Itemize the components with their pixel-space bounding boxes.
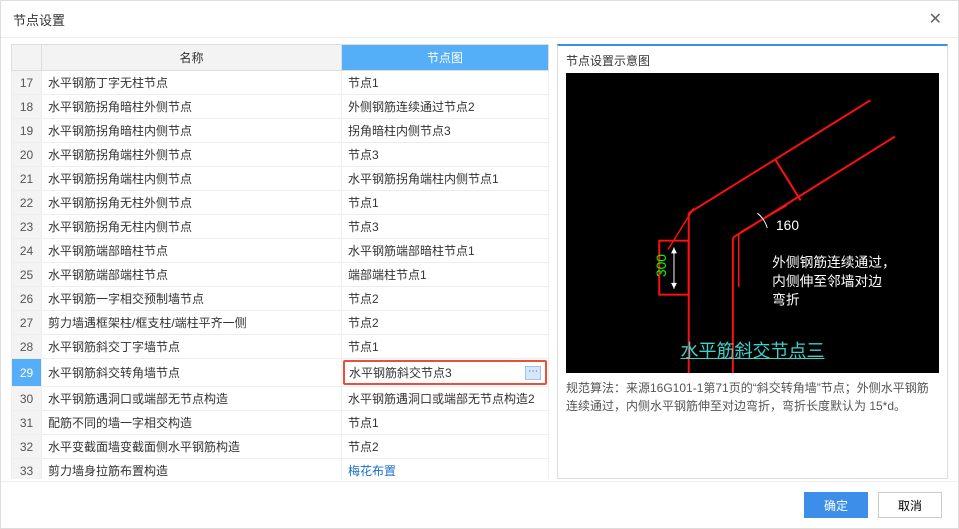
row-number: 27 xyxy=(12,311,42,335)
diagram-link[interactable]: 水平筋斜交节点三 xyxy=(681,337,825,363)
table-row[interactable]: 19水平钢筋拐角暗柱内侧节点拐角暗柱内侧节点3 xyxy=(12,119,549,143)
cell-link[interactable]: 梅花布置 xyxy=(348,464,396,478)
table-row[interactable]: 21水平钢筋拐角端柱内侧节点水平钢筋拐角端柱内侧节点1 xyxy=(12,167,549,191)
cell-diagram[interactable]: 节点2 xyxy=(342,287,549,311)
table-row[interactable]: 18水平钢筋拐角暗柱外侧节点外侧钢筋连续通过节点2 xyxy=(12,95,549,119)
cell-diagram[interactable]: 节点1 xyxy=(342,411,549,435)
table-row[interactable]: 25水平钢筋端部端柱节点端部端柱节点1 xyxy=(12,263,549,287)
cell-name[interactable]: 水平钢筋一字相交预制墙节点 xyxy=(42,287,342,311)
cell-diagram[interactable]: 节点3 xyxy=(342,143,549,167)
row-number: 24 xyxy=(12,239,42,263)
table-row[interactable]: 20水平钢筋拐角端柱外侧节点节点3 xyxy=(12,143,549,167)
row-number: 20 xyxy=(12,143,42,167)
close-icon[interactable]: ✕ xyxy=(925,9,946,29)
row-number: 26 xyxy=(12,287,42,311)
cell-name[interactable]: 水平钢筋端部端柱节点 xyxy=(42,263,342,287)
cell-diagram[interactable]: 节点2 xyxy=(342,435,549,459)
row-number: 23 xyxy=(12,215,42,239)
cell-diagram[interactable]: 水平钢筋拐角端柱内侧节点1 xyxy=(342,167,549,191)
row-number: 29 xyxy=(12,359,42,387)
row-number: 30 xyxy=(12,387,42,411)
cell-diagram[interactable]: 节点1 xyxy=(342,335,549,359)
cell-name[interactable]: 水平钢筋拐角端柱外侧节点 xyxy=(42,143,342,167)
diag-note-3: 弯折 xyxy=(772,291,800,307)
dialog-title: 节点设置 xyxy=(13,10,65,29)
cell-name[interactable]: 水平钢筋拐角无柱外侧节点 xyxy=(42,191,342,215)
cell-diagram[interactable]: 节点2 xyxy=(342,311,549,335)
cell-diagram[interactable]: 水平钢筋斜交节点3 ⋯ xyxy=(342,359,549,387)
row-number: 33 xyxy=(12,459,42,480)
row-number: 17 xyxy=(12,71,42,95)
node-table: 名称 节点图 17水平钢筋丁字无柱节点节点118水平钢筋拐角暗柱外侧节点外侧钢筋… xyxy=(11,44,549,479)
row-number: 32 xyxy=(12,435,42,459)
table-row[interactable]: 33剪力墙身拉筋布置构造梅花布置 xyxy=(12,459,549,480)
table-row[interactable]: 30水平钢筋遇洞口或端部无节点构造水平钢筋遇洞口或端部无节点构造2 xyxy=(12,387,549,411)
table-row[interactable]: 17水平钢筋丁字无柱节点节点1 xyxy=(12,71,549,95)
col-name[interactable]: 名称 xyxy=(42,45,342,71)
cell-diagram[interactable]: 端部端柱节点1 xyxy=(342,263,549,287)
row-number: 28 xyxy=(12,335,42,359)
cell-diagram[interactable]: 节点1 xyxy=(342,71,549,95)
cell-name[interactable]: 剪力墙遇框架柱/框支柱/端柱平齐一侧 xyxy=(42,311,342,335)
ellipsis-icon[interactable]: ⋯ xyxy=(525,366,541,380)
table-row[interactable]: 22水平钢筋拐角无柱外侧节点节点1 xyxy=(12,191,549,215)
diag-note-2: 内侧伸至邻墙对边 xyxy=(772,274,882,289)
row-number: 22 xyxy=(12,191,42,215)
preview-desc: 规范算法：来源16G101-1第71页的“斜交转角墙”节点；外侧水平钢筋连续通过… xyxy=(566,379,939,415)
cell-diagram[interactable]: 水平钢筋端部暗柱节点1 xyxy=(342,239,549,263)
preview-title: 节点设置示意图 xyxy=(566,52,939,69)
table-row[interactable]: 26水平钢筋一字相交预制墙节点节点2 xyxy=(12,287,549,311)
cell-diagram[interactable]: 水平钢筋遇洞口或端部无节点构造2 xyxy=(342,387,549,411)
cell-name[interactable]: 剪力墙身拉筋布置构造 xyxy=(42,459,342,480)
table-row[interactable]: 28水平钢筋斜交丁字墙节点节点1 xyxy=(12,335,549,359)
table-row[interactable]: 27剪力墙遇框架柱/框支柱/端柱平齐一侧节点2 xyxy=(12,311,549,335)
cell-name[interactable]: 水平钢筋斜交丁字墙节点 xyxy=(42,335,342,359)
table-row[interactable]: 31配筋不同的墙一字相交构造节点1 xyxy=(12,411,549,435)
col-rownum xyxy=(12,45,42,71)
diag-note-1: 外侧钢筋连续通过， xyxy=(772,254,896,270)
cell-diagram[interactable]: 拐角暗柱内侧节点3 xyxy=(342,119,549,143)
cell-name[interactable]: 水平钢筋端部暗柱节点 xyxy=(42,239,342,263)
cell-diagram[interactable]: 节点1 xyxy=(342,191,549,215)
cell-name[interactable]: 配筋不同的墙一字相交构造 xyxy=(42,411,342,435)
table-row[interactable]: 24水平钢筋端部暗柱节点水平钢筋端部暗柱节点1 xyxy=(12,239,549,263)
dim-label: 300 xyxy=(654,254,669,277)
cell-name[interactable]: 水平钢筋拐角暗柱外侧节点 xyxy=(42,95,342,119)
cell-name[interactable]: 水平钢筋遇洞口或端部无节点构造 xyxy=(42,387,342,411)
cell-name[interactable]: 水平变截面墙变截面侧水平钢筋构造 xyxy=(42,435,342,459)
diagram-preview: 160 300 外侧钢筋连续通过， 内侧伸至邻墙对边 弯折 水平筋斜交节点三 xyxy=(566,73,939,373)
table-row[interactable]: 23水平钢筋拐角无柱内侧节点节点3 xyxy=(12,215,549,239)
angle-label: 160 xyxy=(776,218,799,233)
cancel-button[interactable]: 取消 xyxy=(878,492,942,518)
cell-name[interactable]: 水平钢筋斜交转角墙节点 xyxy=(42,359,342,387)
row-number: 25 xyxy=(12,263,42,287)
row-number: 18 xyxy=(12,95,42,119)
row-number: 19 xyxy=(12,119,42,143)
cell-name[interactable]: 水平钢筋拐角无柱内侧节点 xyxy=(42,215,342,239)
cell-diagram[interactable]: 梅花布置 xyxy=(342,459,549,480)
col-diagram[interactable]: 节点图 xyxy=(342,45,549,71)
row-number: 21 xyxy=(12,167,42,191)
cell-diagram[interactable]: 外侧钢筋连续通过节点2 xyxy=(342,95,549,119)
cell-value: 水平钢筋斜交节点3 xyxy=(349,364,452,381)
cell-name[interactable]: 水平钢筋拐角端柱内侧节点 xyxy=(42,167,342,191)
cell-diagram[interactable]: 节点3 xyxy=(342,215,549,239)
row-number: 31 xyxy=(12,411,42,435)
table-row[interactable]: 32水平变截面墙变截面侧水平钢筋构造节点2 xyxy=(12,435,549,459)
cell-name[interactable]: 水平钢筋丁字无柱节点 xyxy=(42,71,342,95)
cell-name[interactable]: 水平钢筋拐角暗柱内侧节点 xyxy=(42,119,342,143)
table-row[interactable]: 29水平钢筋斜交转角墙节点水平钢筋斜交节点3 ⋯ xyxy=(12,359,549,387)
ok-button[interactable]: 确定 xyxy=(804,492,868,518)
